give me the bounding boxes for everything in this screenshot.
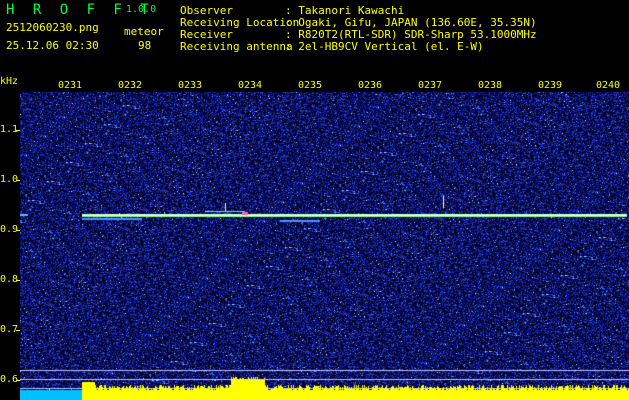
freq-tick-mark [16, 280, 20, 281]
freq-tick-mark [16, 330, 20, 331]
time-tick: 0239 [538, 80, 563, 91]
filename: 2512060230.png [6, 21, 99, 34]
spectrogram-waterfall [20, 92, 629, 400]
freq-tick-mark [16, 180, 20, 181]
meteor-label: meteor [124, 25, 164, 38]
antenna-value: : 2el-HB9CV Vertical (el. E-W) [285, 40, 484, 53]
datetime: 25.12.06 02:30 [6, 39, 99, 52]
time-tick: 0237 [418, 80, 443, 91]
freq-tick-mark [16, 130, 20, 131]
freq-tick-mark [16, 230, 20, 231]
time-tick: 0236 [358, 80, 383, 91]
time-tick: 0238 [478, 80, 503, 91]
time-tick: 0232 [118, 80, 143, 91]
time-tick: 0231 [58, 80, 83, 91]
header-panel: H R O F F T 1.0.0 2512060230.png meteor … [0, 0, 629, 78]
time-tick: 0235 [298, 80, 323, 91]
antenna-key: Receiving antenna [180, 40, 293, 53]
time-tick: 0240 [596, 80, 621, 91]
app-version: 1.0.0 [126, 4, 157, 15]
meteor-count: 98 [138, 39, 152, 52]
time-tick: 0233 [178, 80, 203, 91]
time-tick: 0234 [238, 80, 263, 91]
freq-unit-label: kHz [0, 76, 19, 87]
freq-tick-mark [16, 380, 20, 381]
